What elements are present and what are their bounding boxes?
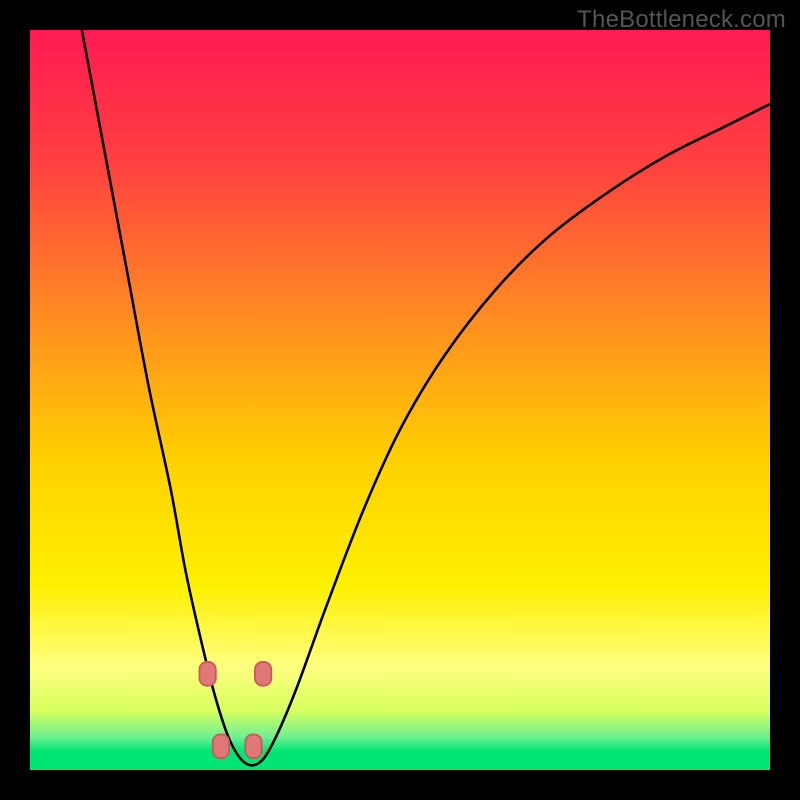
curve-layer (30, 30, 770, 770)
bottleneck-curve (82, 30, 770, 765)
curve-marker (199, 662, 215, 686)
curve-marker (255, 662, 271, 686)
curve-marker (245, 734, 261, 758)
outer-black-frame: TheBottleneck.com (0, 0, 800, 800)
curve-marker (213, 734, 229, 758)
watermark-text: TheBottleneck.com (577, 6, 786, 34)
markers-group (199, 662, 271, 758)
